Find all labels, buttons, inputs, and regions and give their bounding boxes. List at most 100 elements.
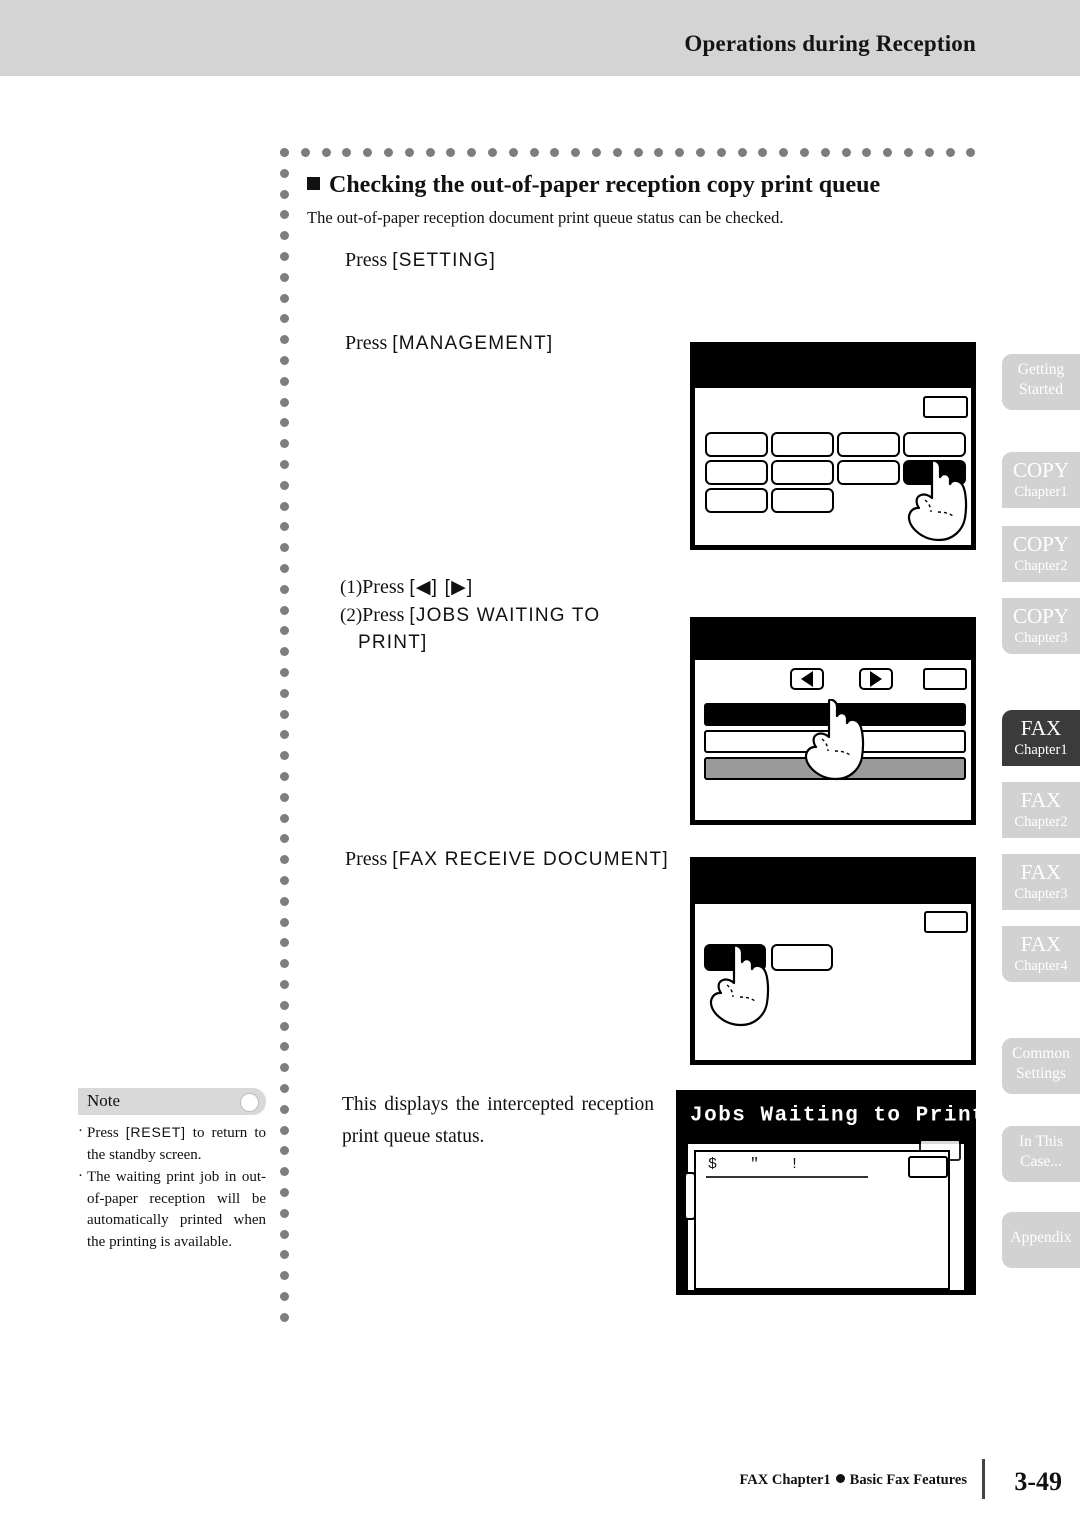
lcd-queue-status-title: Jobs Waiting to Print	[690, 1104, 987, 1128]
lcd-jobs-waiting-panel	[690, 617, 976, 825]
lcd-queue-status-scrollbar[interactable]	[684, 1172, 696, 1220]
lcd-jobs-waiting-titlebar	[690, 617, 976, 658]
step-3b-key: [JOBS WAITING TO	[409, 605, 601, 626]
tab-copy-chapter3[interactable]: COPY Chapter3	[1002, 598, 1080, 654]
lcd-management-button-r1c1[interactable]	[705, 432, 768, 457]
step-2-key: [MANAGEMENT]	[392, 333, 554, 354]
tab-fax-chapter2-line1: FAX	[1020, 788, 1062, 812]
footer-chapter-info: FAX Chapter1 Basic Fax Features	[740, 1472, 967, 1489]
step-4-key: [FAX RECEIVE DOCUMENT]	[392, 849, 669, 870]
tab-common-settings-line2: Settings	[1016, 1065, 1066, 1082]
lcd-management-button-r2c1[interactable]	[705, 460, 768, 485]
lcd-management-button-r1c2[interactable]	[771, 432, 834, 457]
lcd-fax-receive-corner-button[interactable]	[924, 911, 968, 933]
tab-copy-chapter2-line1: COPY	[1012, 532, 1070, 556]
step-3a-key: [◀] [▶]	[409, 577, 474, 598]
step-3b-key-line2: PRINT]	[358, 632, 428, 653]
tab-fax-chapter1-line2: Chapter1	[1014, 742, 1068, 758]
lcd-queue-status-panel: Jobs Waiting to Print $ " !	[676, 1090, 985, 1295]
step-3b-number: (2)	[340, 605, 363, 626]
step-3a-number: (1)	[340, 577, 363, 598]
step-3a-press-label: Press	[362, 576, 405, 598]
tab-appendix[interactable]: Appendix	[1002, 1212, 1080, 1268]
lcd-fax-receive-button-2[interactable]	[771, 944, 833, 971]
lcd-jobs-waiting-corner-button[interactable]	[923, 668, 967, 690]
result-description: This displays the intercepted reception …	[342, 1094, 654, 1147]
tab-fax-chapter3[interactable]: FAX Chapter3	[1002, 854, 1080, 910]
step-press-setting: Press [SETTING]	[345, 247, 496, 274]
lcd-queue-status-column-header-2: "	[750, 1156, 761, 1173]
tab-in-this-case[interactable]: In This Case...	[1002, 1126, 1080, 1182]
lcd-management-button-r3c1[interactable]	[705, 488, 768, 513]
step-press-arrows: (1)Press [◀] [▶]	[340, 574, 473, 601]
tab-fax-chapter4[interactable]: FAX Chapter4	[1002, 926, 1080, 982]
note-box: Note Press [RESET] to return to the stan…	[78, 1088, 266, 1254]
tab-appendix-line1: Appendix	[1010, 1229, 1072, 1246]
tab-copy-chapter1-line2: Chapter1	[1014, 484, 1068, 500]
note-item-1-key: [RESET]	[125, 1124, 186, 1140]
section-intro: The out-of-paper reception document prin…	[307, 208, 784, 227]
step-4-press-label: Press	[345, 848, 388, 870]
tab-getting-started-line1: Getting	[1017, 361, 1065, 378]
note-body: Press [RESET] to return to the standby s…	[78, 1121, 266, 1253]
tab-fax-chapter1[interactable]: FAX Chapter1	[1002, 710, 1080, 766]
tab-common-settings-line1: Common	[1012, 1045, 1070, 1062]
bullet-square-icon	[307, 177, 320, 190]
step-1-key: [SETTING]	[392, 250, 496, 271]
tab-copy-chapter2-line2: Chapter2	[1014, 558, 1068, 574]
step-press-management: Press [MANAGEMENT]	[345, 330, 553, 357]
tab-copy-chapter2[interactable]: COPY Chapter2	[1002, 526, 1080, 582]
lcd-management-button-r3c2[interactable]	[771, 488, 834, 513]
tab-copy-chapter1-line1: COPY	[1012, 458, 1070, 482]
tab-fax-chapter2-line2: Chapter2	[1014, 814, 1068, 830]
lcd-management-button-r2c3[interactable]	[837, 460, 900, 485]
lcd-jobs-waiting-finger-pointer-icon	[802, 699, 868, 781]
lcd-management-corner-button[interactable]	[923, 396, 968, 418]
lcd-queue-status-column-header-1: $	[708, 1156, 719, 1173]
step-1-press-label: Press	[345, 249, 388, 271]
tab-fax-chapter4-line1: FAX	[1020, 932, 1062, 956]
footer-chapter: FAX Chapter1	[739, 1472, 831, 1488]
lcd-queue-status-column-header-3: !	[790, 1156, 801, 1173]
footer-dot-icon	[835, 1474, 845, 1483]
tab-in-this-case-line1: In This	[1018, 1133, 1064, 1150]
tab-common-settings[interactable]: Common Settings	[1002, 1038, 1080, 1094]
tab-fax-chapter3-line1: FAX	[1020, 860, 1062, 884]
note-item-1-before: Press	[87, 1125, 126, 1141]
tab-getting-started[interactable]: Getting Started	[1002, 354, 1080, 410]
tab-in-this-case-line2: Case...	[1020, 1153, 1062, 1170]
tab-copy-chapter3-line1: COPY	[1012, 604, 1070, 628]
tab-fax-chapter2[interactable]: FAX Chapter2	[1002, 782, 1080, 838]
note-item-1: Press [RESET] to return to the standby s…	[78, 1121, 266, 1166]
lcd-fax-receive-panel	[690, 857, 976, 1065]
note-header: Note	[78, 1088, 266, 1115]
step-press-jobs-waiting: (2)Press [JOBS WAITING TO	[340, 602, 600, 629]
footer-divider	[982, 1459, 985, 1499]
lcd-queue-status-corner-button[interactable]	[908, 1156, 948, 1178]
lcd-queue-status-list-frame: $ " !	[694, 1150, 950, 1290]
lcd-management-panel	[690, 342, 976, 550]
lcd-management-button-r1c3[interactable]	[837, 432, 900, 457]
right-arrow-icon	[870, 671, 882, 687]
footer-feature: Basic Fax Features	[849, 1472, 967, 1488]
lcd-queue-status-titlebar: Jobs Waiting to Print	[676, 1090, 985, 1142]
section-heading: Checking the out-of-paper reception copy…	[307, 172, 880, 199]
step-2-press-label: Press	[345, 332, 388, 354]
lcd-management-titlebar	[690, 342, 976, 386]
lcd-management-finger-pointer-icon	[905, 460, 971, 542]
lcd-jobs-waiting-next-arrow-button[interactable]	[859, 668, 893, 690]
left-arrow-icon	[801, 671, 813, 687]
tab-fax-chapter3-line2: Chapter3	[1014, 886, 1068, 902]
lcd-management-button-r1c4[interactable]	[903, 432, 966, 457]
step-3b-press-label: Press	[362, 604, 405, 626]
lcd-jobs-waiting-prev-arrow-button[interactable]	[790, 668, 824, 690]
lcd-queue-status-screen: $ " !	[684, 1139, 966, 1292]
footer-page-number: 3-49	[1014, 1467, 1062, 1496]
note-label: Note	[87, 1091, 121, 1110]
note-item-2: The waiting print job in out-of-paper re…	[78, 1166, 266, 1253]
lcd-management-button-r2c2[interactable]	[771, 460, 834, 485]
section-heading-text: Checking the out-of-paper reception copy…	[329, 172, 881, 198]
tab-copy-chapter1[interactable]: COPY Chapter1	[1002, 452, 1080, 508]
tab-getting-started-line2: Started	[1019, 381, 1063, 398]
lcd-fax-receive-titlebar	[690, 857, 976, 902]
